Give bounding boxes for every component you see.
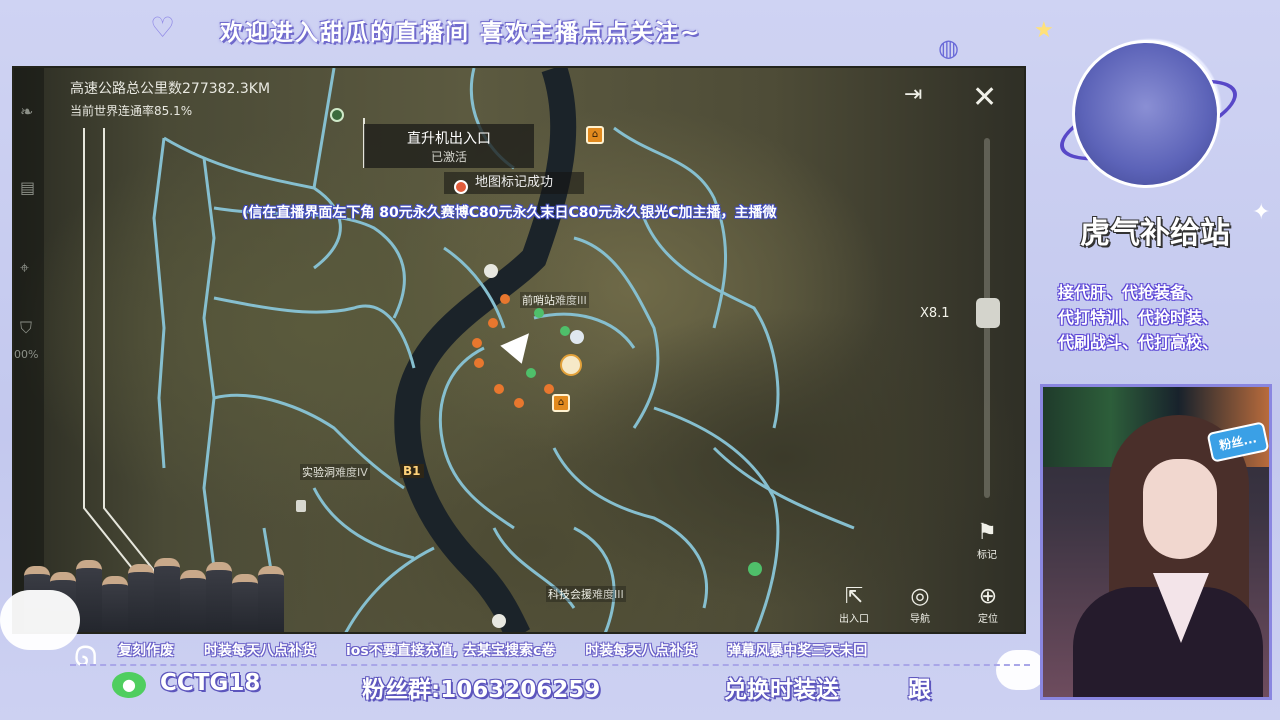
loot-marker[interactable] <box>488 318 498 328</box>
navigate-button[interactable]: ◎ 导航 <box>902 584 938 625</box>
service-line: 接代肝、代抢装备、 <box>1058 283 1203 302</box>
character-figure <box>206 562 232 632</box>
character-figure <box>102 576 128 632</box>
character-figure <box>154 558 180 632</box>
entrance-icon: ⇱ <box>844 584 864 609</box>
loot-marker[interactable] <box>514 398 524 408</box>
character-figure <box>76 560 102 632</box>
welcome-banner-text: 欢迎进入甜瓜的直播间 喜欢主播点点关注~ <box>220 20 702 46</box>
poi-name: 前哨站 <box>522 294 555 307</box>
mark-label: 标记 <box>977 550 997 561</box>
heli-pad-icon[interactable] <box>330 108 344 122</box>
zoom-level-label: X8.1 <box>920 306 950 321</box>
building-icon[interactable]: ⌂ <box>586 126 604 144</box>
announcement-ticker: 复刻作废 时装每天八点补货 ios不要直接充值, 去某宝搜索c卷 时装每天八点补… <box>100 640 1000 662</box>
rail-percent: 00% <box>14 348 39 361</box>
popup-title: 直升机出入口 <box>407 131 491 147</box>
leaf-icon[interactable]: ❧ <box>20 102 33 121</box>
poi-difficulty: 难度IV <box>335 466 368 479</box>
ticker-item: 时装每天八点补货 <box>204 643 316 659</box>
zoom-slider-thumb[interactable] <box>976 298 1000 328</box>
poi-name: 实验洞 <box>302 466 335 479</box>
wechat-icon: ● <box>112 672 146 698</box>
connectivity-readout: 当前世界连通率85.1% <box>70 104 193 118</box>
home-icon[interactable] <box>492 614 506 628</box>
service-list: 接代肝、代抢装备、 代打特训、代抢时装、 代刷战斗、代打高校、 <box>1058 280 1278 355</box>
loot-marker[interactable] <box>494 384 504 394</box>
loot-marker[interactable] <box>474 358 484 368</box>
contact-bar: ● CCTG18 粉丝群:1063206259 兑换时装送 跟 <box>70 664 1030 704</box>
loot-marker[interactable] <box>544 384 554 394</box>
service-line: 代刷战斗、代打高校、 <box>1058 333 1219 352</box>
exit-icon[interactable]: ⇥ <box>904 82 922 107</box>
star-icon: ✦ <box>1252 200 1271 225</box>
exchange-promo: 兑换时装送 <box>724 677 839 703</box>
loot-marker[interactable] <box>526 368 536 378</box>
star-icon: ★ <box>1034 18 1054 43</box>
ticker-item: 时装每天八点补货 <box>585 643 698 659</box>
helicopter-entrance-popup[interactable]: 直升机出入口 已激活 <box>364 124 534 168</box>
poi-label-outpost[interactable]: 前哨站难度III <box>520 292 589 308</box>
poi-name: 科技会援 <box>548 588 592 601</box>
streamer-avatar <box>1072 40 1220 188</box>
navigate-label: 导航 <box>910 614 930 625</box>
close-icon[interactable]: ✕ <box>972 80 997 115</box>
scrolling-stream-message: (信在直播界面左下角 80元永久赛博C80元永久末日C80元永久银光C加主播，主… <box>242 205 777 221</box>
gas-station-icon[interactable] <box>296 500 306 512</box>
entrance-button[interactable]: ⇱ 出入口 <box>834 584 874 625</box>
loot-marker[interactable] <box>500 294 510 304</box>
home-icon[interactable] <box>748 562 762 576</box>
mark-icon: ⚑ <box>977 520 997 545</box>
service-line: 代打特训、代抢时装、 <box>1058 308 1219 327</box>
loot-marker[interactable] <box>534 308 544 318</box>
pin-icon[interactable]: ⌖ <box>20 258 29 278</box>
poi-label-lab-cave[interactable]: 实验洞难度IV <box>300 464 370 480</box>
mark-button[interactable]: ⚑ 标记 <box>972 520 1002 561</box>
streamer-face <box>1143 459 1217 559</box>
poi-difficulty: 难度III <box>592 588 624 601</box>
waypoint-marker[interactable] <box>454 180 468 194</box>
poi-difficulty: 难度III <box>555 294 587 307</box>
b1-marker-label[interactable]: B1 <box>400 464 424 478</box>
locate-button[interactable]: ⊕ 定位 <box>970 584 1006 625</box>
webcam-feed: 粉丝... <box>1040 384 1272 700</box>
game-map[interactable]: ❧ ▤ ⌖ ⛉ 00% 高速公路总公里数277382.3KM 当前世界连通率85… <box>12 66 1026 634</box>
locate-label: 定位 <box>978 614 998 625</box>
map-left-toolbar: ❧ ▤ ⌖ ⛉ 00% <box>14 68 44 632</box>
ticker-item: 复刻作废 <box>118 643 174 659</box>
loot-marker[interactable] <box>560 326 570 336</box>
ticker-item: 弹幕风暴中奖三天未回 <box>727 643 868 659</box>
locate-icon: ⊕ <box>978 584 998 609</box>
home-icon[interactable] <box>484 264 498 278</box>
character-figure <box>232 574 258 632</box>
wechat-id: CCTG18 <box>160 670 261 696</box>
welcome-banner: 欢迎进入甜瓜的直播间 喜欢主播点点关注~ <box>130 10 890 50</box>
fan-group-number: 粉丝群:1063206259 <box>362 677 601 703</box>
road-total-readout: 高速公路总公里数277382.3KM <box>70 81 271 97</box>
shop-title: 虎气补给站 <box>1080 216 1230 251</box>
poi-label-tech-aid[interactable]: 科技会援难度III <box>546 586 626 602</box>
follow-text: 跟 <box>908 677 931 703</box>
cloud-decoration <box>0 590 80 650</box>
crosshair-icon[interactable] <box>570 330 584 344</box>
planet-icon: ◍ <box>938 34 959 62</box>
compass-icon: ◎ <box>910 584 930 609</box>
document-icon[interactable]: ▤ <box>20 178 35 197</box>
popup-status: 已激活 <box>430 150 467 164</box>
character-figure <box>258 566 284 632</box>
loot-marker[interactable] <box>472 338 482 348</box>
character-figure <box>180 570 206 632</box>
boundary-lines <box>83 118 365 609</box>
building-icon[interactable]: ⌂ <box>552 394 570 412</box>
hammer-icon[interactable] <box>560 354 582 376</box>
entrance-label: 出入口 <box>839 614 869 625</box>
character-figure <box>128 564 154 632</box>
shield-icon[interactable]: ⛉ <box>20 318 32 338</box>
ticker-item: ios不要直接充值, 去某宝搜索c卷 <box>346 643 556 659</box>
